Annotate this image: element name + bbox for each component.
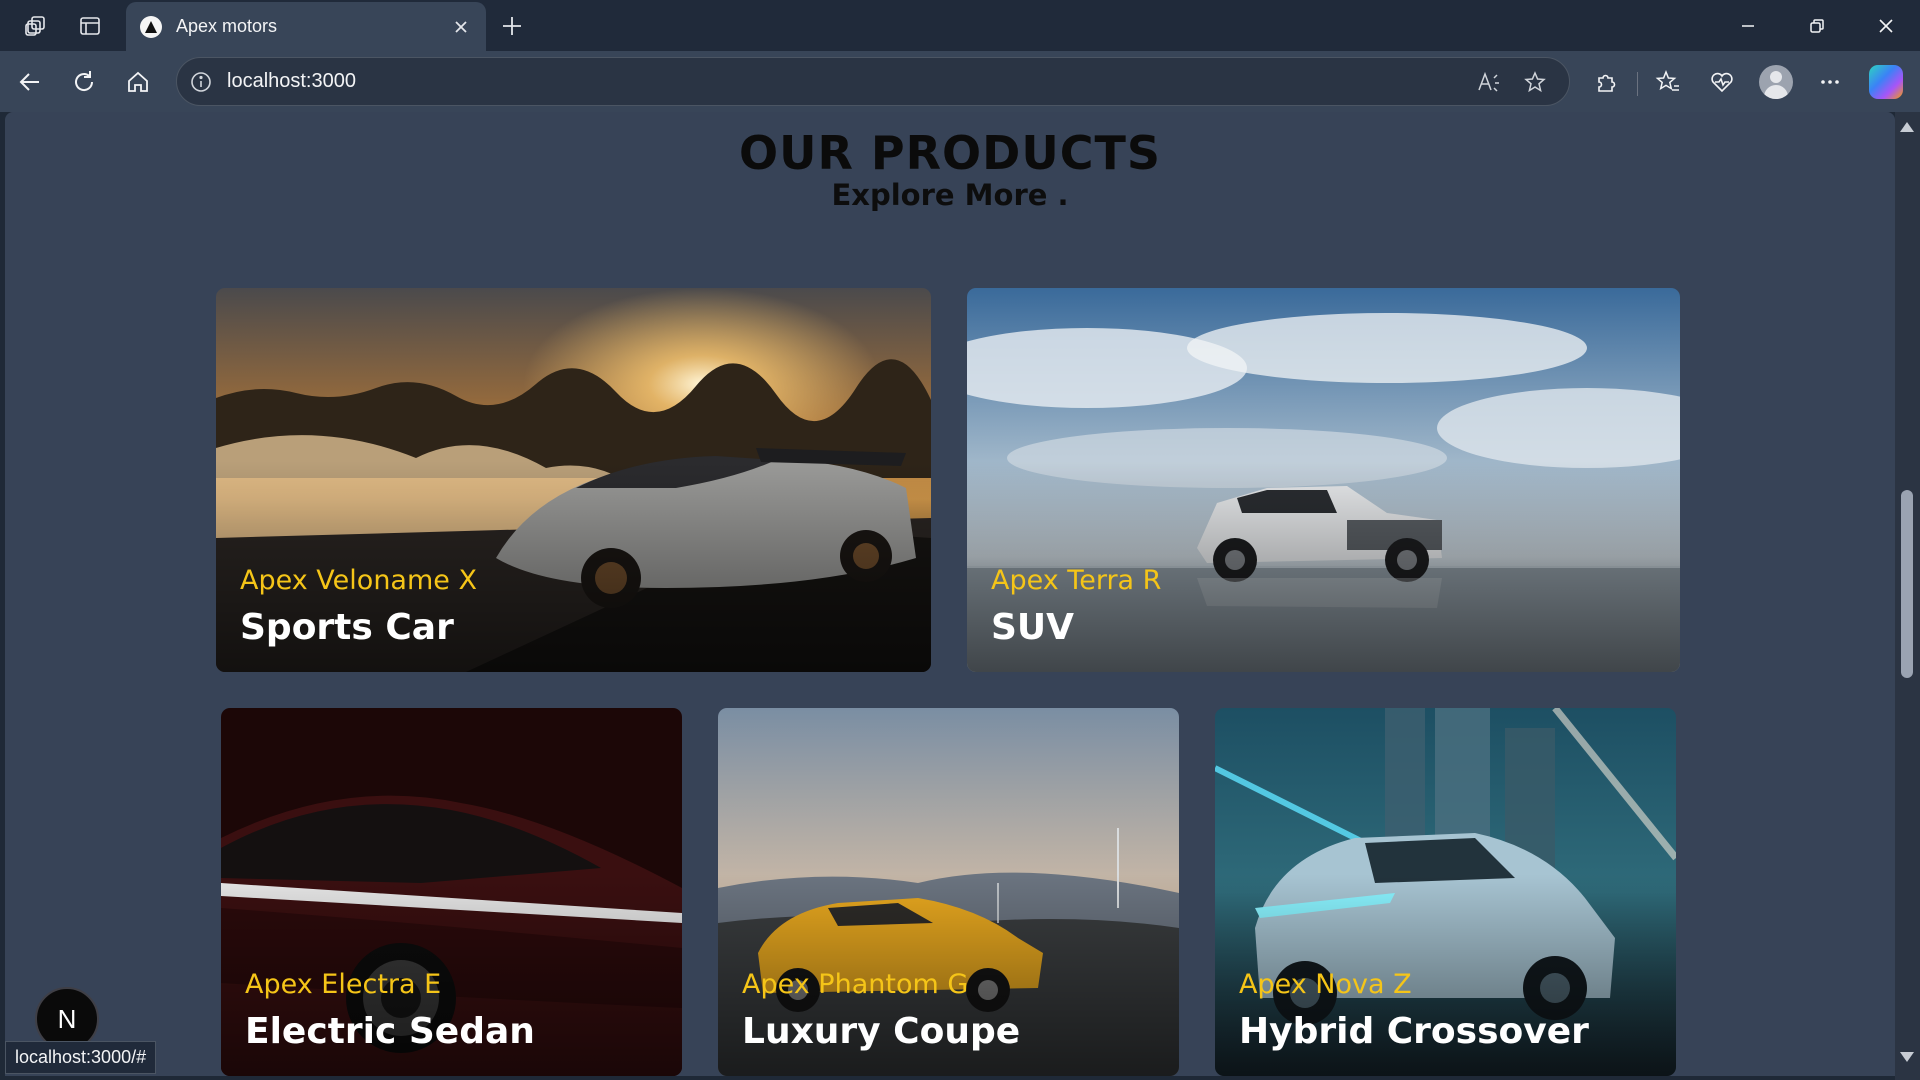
back-arrow-icon[interactable] <box>12 64 48 100</box>
restore-icon[interactable] <box>1793 8 1841 44</box>
copilot-icon[interactable] <box>1869 65 1903 99</box>
more-options-icon[interactable] <box>1812 64 1848 100</box>
browser-titlebar: Apex motors <box>0 0 1920 51</box>
home-icon[interactable] <box>120 64 156 100</box>
product-card-sports-car[interactable]: Apex Veloname X Sports Car <box>216 288 931 672</box>
new-tab-icon[interactable] <box>496 10 528 42</box>
read-aloud-icon[interactable] <box>1471 64 1507 100</box>
profile-avatar[interactable] <box>1759 65 1793 99</box>
reload-icon[interactable] <box>66 64 102 100</box>
close-window-icon[interactable] <box>1862 8 1910 44</box>
product-category: Hybrid Crossover <box>1239 1011 1589 1052</box>
favorite-star-icon[interactable] <box>1517 64 1553 100</box>
page-title: OUR PRODUCTS <box>739 126 1161 180</box>
page-viewport: OUR PRODUCTS Explore More . Apex Velonam… <box>5 112 1895 1076</box>
toolbar-separator <box>1637 72 1638 96</box>
dev-badge-letter: N <box>57 1003 77 1034</box>
scroll-thumb[interactable] <box>1901 490 1913 678</box>
browser-essentials-icon[interactable] <box>1704 64 1740 100</box>
minimize-icon[interactable] <box>1724 8 1772 44</box>
product-category: SUV <box>991 607 1075 648</box>
address-bar[interactable]: localhost:3000 <box>176 57 1570 106</box>
product-category: Electric Sedan <box>245 1011 535 1052</box>
product-card-electric-sedan[interactable]: Apex Electra E Electric Sedan <box>221 708 682 1076</box>
extensions-icon[interactable] <box>1589 64 1625 100</box>
scroll-up-icon[interactable] <box>1900 122 1914 132</box>
page-scrollbar[interactable] <box>1895 112 1920 1080</box>
page-subtitle: Explore More . <box>831 178 1069 212</box>
product-model: Apex Terra R <box>991 565 1162 596</box>
product-card-suv[interactable]: Apex Terra R SUV <box>967 288 1680 672</box>
product-model: Apex Electra E <box>245 969 442 1000</box>
tab-apex-motors[interactable]: Apex motors <box>126 2 486 51</box>
product-model: Apex Nova Z <box>1239 969 1412 1000</box>
site-info-icon[interactable] <box>183 64 219 100</box>
status-url: localhost:3000/# <box>5 1041 157 1074</box>
address-url[interactable]: localhost:3000 <box>227 70 356 93</box>
favorites-icon[interactable] <box>1650 64 1686 100</box>
scroll-down-icon[interactable] <box>1900 1052 1914 1062</box>
product-model: Apex Phantom G <box>742 969 969 1000</box>
product-card-hybrid-crossover[interactable]: Apex Nova Z Hybrid Crossover <box>1215 708 1676 1076</box>
nextjs-favicon-icon <box>140 15 162 38</box>
product-category: Sports Car <box>240 607 454 648</box>
workspaces-icon[interactable] <box>20 10 52 42</box>
close-tab-icon[interactable] <box>448 14 474 40</box>
tab-actions-icon[interactable] <box>74 10 106 42</box>
browser-toolbar: localhost:3000 <box>0 51 1920 112</box>
tab-title: Apex motors <box>176 16 278 36</box>
product-card-luxury-coupe[interactable]: Apex Phantom G Luxury Coupe <box>718 708 1179 1076</box>
product-model: Apex Veloname X <box>240 565 477 596</box>
product-category: Luxury Coupe <box>742 1011 1021 1052</box>
